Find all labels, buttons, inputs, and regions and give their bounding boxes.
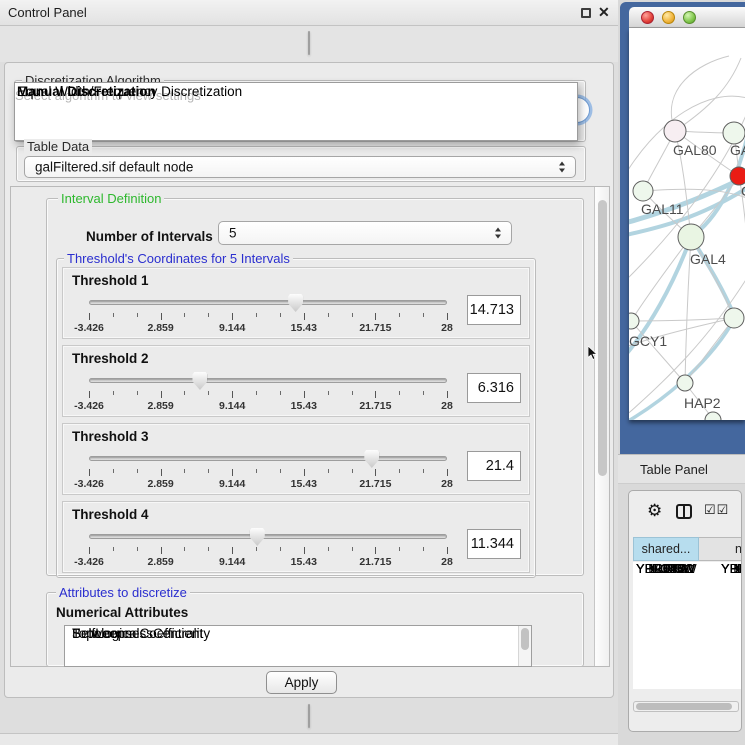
network-view-canvas[interactable]: GAL80GACGAL11GAL4GCY1HHAP2 (629, 28, 745, 420)
threshold-row-2: Threshold 2 -3.4262.8599.14415.4321.7152… (62, 345, 530, 417)
interval-definition-label: Interval Definition (58, 191, 164, 206)
slider-thumb[interactable] (364, 450, 379, 468)
table-data-combobox-value: galFiltered.sif default node (35, 160, 193, 175)
slider-tick-labels: -3.4262.8599.14415.4321.71528 (89, 556, 447, 568)
threshold-1-value-field[interactable]: 14.713 (467, 295, 521, 325)
slider-ticks (89, 313, 447, 321)
network-node[interactable] (723, 122, 745, 144)
dropdown-option-equal-width-frequency[interactable]: Equal Width/Frequency Discretization (15, 83, 242, 100)
threshold-row-1: Threshold 1 -3.4262.8599.14415.4321.7152… (62, 267, 530, 339)
network-node[interactable] (678, 224, 704, 250)
threshold-row-4: Threshold 4 -3.4262.8599.14415.4321.7152… (62, 501, 530, 573)
table-rows: YDL19...YDL1 YDR27...YDR2 YBR043CYBR0 YP… (633, 562, 742, 689)
slider-ticks (89, 391, 447, 399)
table-panel-window: ⚙ ☑☑ shared... n YDL19...YDL1 YDR27...YD… (628, 490, 742, 732)
table-panel-titlebar: Table Panel (618, 454, 745, 484)
close-icon[interactable]: ✕ (598, 4, 610, 21)
top-tab-group: Network Style Select Cyni Toolbox jActiv… (308, 31, 310, 55)
threshold-2-value-field[interactable]: 6.316 (467, 373, 521, 403)
slider-ticks (89, 469, 447, 477)
number-of-intervals-combobox[interactable]: 5 (218, 221, 512, 245)
table-data-label: Table Data (24, 139, 92, 154)
threshold-2-label: Threshold 2 (72, 351, 149, 366)
threshold-3-slider[interactable] (89, 454, 447, 466)
slider-track[interactable] (89, 456, 447, 461)
network-node[interactable] (633, 181, 653, 201)
checkbox-filter-icons[interactable]: ☑☑ (704, 502, 729, 518)
algorithm-dropdown-list: Select algorithm to view settings Manual… (14, 82, 578, 141)
numerical-attributes-list[interactable]: SelfLoops TopologicalCoefficient Between… (64, 625, 532, 667)
list-item-betweennesscentrality[interactable]: BetweennessCentrality (65, 626, 210, 642)
combo-stepper-icon (559, 162, 566, 173)
cell-shared-name[interactable]: YIL052C (636, 562, 687, 577)
threshold-1-slider[interactable] (89, 298, 447, 310)
horizontal-scrollbar[interactable] (633, 701, 739, 712)
threshold-row-3: Threshold 3 -3.4262.8599.14415.4321.7152… (62, 423, 530, 495)
apply-button[interactable]: Apply (266, 671, 337, 694)
vertical-scrollbar[interactable] (594, 187, 609, 666)
attributes-group-label: Attributes to discretize (56, 585, 190, 600)
network-node-label: GAL80 (673, 142, 717, 158)
network-node-label: GA (730, 142, 745, 158)
number-of-intervals-label: Number of Intervals (86, 229, 213, 244)
slider-thumb[interactable] (250, 528, 265, 546)
panel-title: Control Panel (8, 5, 87, 20)
network-node[interactable] (677, 375, 693, 391)
combo-stepper-icon (495, 228, 502, 239)
threshold-2-slider[interactable] (89, 376, 447, 388)
threshold-4-label: Threshold 4 (72, 507, 149, 522)
slider-track[interactable] (89, 534, 447, 539)
slider-track[interactable] (89, 378, 447, 383)
table-data-combobox[interactable]: galFiltered.sif default node (24, 156, 576, 178)
column-header-shared-name[interactable]: shared... (633, 537, 699, 561)
network-node[interactable] (724, 308, 744, 328)
float-window-icon[interactable] (581, 8, 591, 18)
threshold-3-value-field[interactable]: 21.4 (467, 451, 521, 481)
network-window-titlebar[interactable] (629, 7, 745, 28)
threshold-3-label: Threshold 3 (72, 429, 149, 444)
network-node[interactable] (664, 120, 686, 142)
threshold-4-slider[interactable] (89, 532, 447, 544)
number-of-intervals-value: 5 (229, 226, 237, 241)
network-node-label: GAL4 (690, 251, 726, 267)
slider-thumb[interactable] (288, 294, 303, 312)
table-panel-title: Table Panel (640, 462, 708, 477)
horizontal-scrollbar-thumb[interactable] (636, 703, 732, 710)
numerical-attributes-label: Numerical Attributes (56, 605, 188, 620)
network-node-label: C (741, 183, 745, 199)
network-node-label: HAP2 (684, 395, 721, 411)
list-scrollbar-thumb[interactable] (521, 628, 529, 650)
slider-tick-labels: -3.4262.8599.14415.4321.71528 (89, 322, 447, 334)
slider-tick-labels: -3.4262.8599.14415.4321.71528 (89, 478, 447, 490)
network-node-label: GAL11 (641, 201, 684, 217)
threshold-1-label: Threshold 1 (72, 273, 149, 288)
app-root: Control Panel ✕ Network Style (0, 0, 745, 745)
bottom-tab-group: Impute Data Discretize Data Infer Networ… (308, 704, 310, 728)
zoom-traffic-light-icon[interactable] (683, 11, 696, 24)
threshold-4-value-field[interactable]: 11.344 (467, 529, 521, 559)
network-node[interactable] (705, 412, 721, 420)
list-scrollbar[interactable] (518, 626, 531, 666)
slider-ticks (89, 547, 447, 555)
slider-track[interactable] (89, 300, 447, 305)
control-panel-titlebar: Control Panel ✕ (0, 0, 618, 26)
thresholds-group-label: Threshold's Coordinates for 5 Intervals (64, 251, 293, 266)
network-node-label: GCY1 (629, 333, 667, 349)
split-columns-icon[interactable] (676, 504, 692, 519)
column-header-name[interactable]: n (699, 537, 742, 561)
bottom-strip (0, 734, 618, 745)
slider-thumb[interactable] (192, 372, 207, 390)
network-node[interactable] (629, 313, 639, 329)
vertical-scrollbar-thumb[interactable] (598, 200, 607, 476)
cell-name[interactable]: YIL0 (721, 562, 742, 577)
gear-icon[interactable]: ⚙ (647, 501, 662, 521)
close-traffic-light-icon[interactable] (641, 11, 654, 24)
slider-tick-labels: -3.4262.8599.14415.4321.71528 (89, 400, 447, 412)
minimize-traffic-light-icon[interactable] (662, 11, 675, 24)
